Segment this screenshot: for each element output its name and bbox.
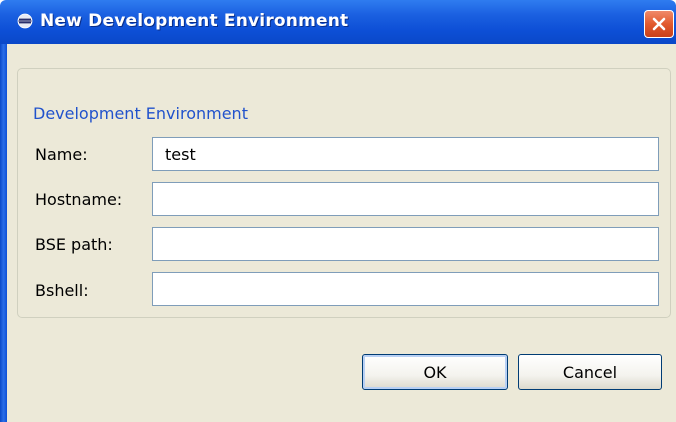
bshell-field[interactable]	[152, 272, 659, 306]
group-label: Development Environment	[30, 104, 252, 123]
close-button[interactable]	[644, 10, 674, 38]
bshell-label: Bshell:	[35, 281, 89, 300]
window-title: New Development Environment	[40, 11, 349, 31]
dialog-window: New Development Environment Development …	[0, 0, 676, 422]
ok-button[interactable]: OK	[362, 354, 508, 390]
name-field[interactable]	[152, 137, 659, 171]
hostname-label: Hostname:	[35, 190, 123, 209]
window-frame-left	[0, 44, 7, 422]
hostname-field[interactable]	[152, 182, 659, 216]
eclipse-icon	[17, 13, 33, 29]
bse-path-field[interactable]	[152, 227, 659, 261]
name-label: Name:	[35, 145, 88, 164]
bse-path-label: BSE path:	[35, 235, 113, 254]
title-bar[interactable]: New Development Environment	[0, 0, 676, 44]
close-icon	[652, 17, 666, 31]
cancel-button[interactable]: Cancel	[518, 354, 662, 390]
